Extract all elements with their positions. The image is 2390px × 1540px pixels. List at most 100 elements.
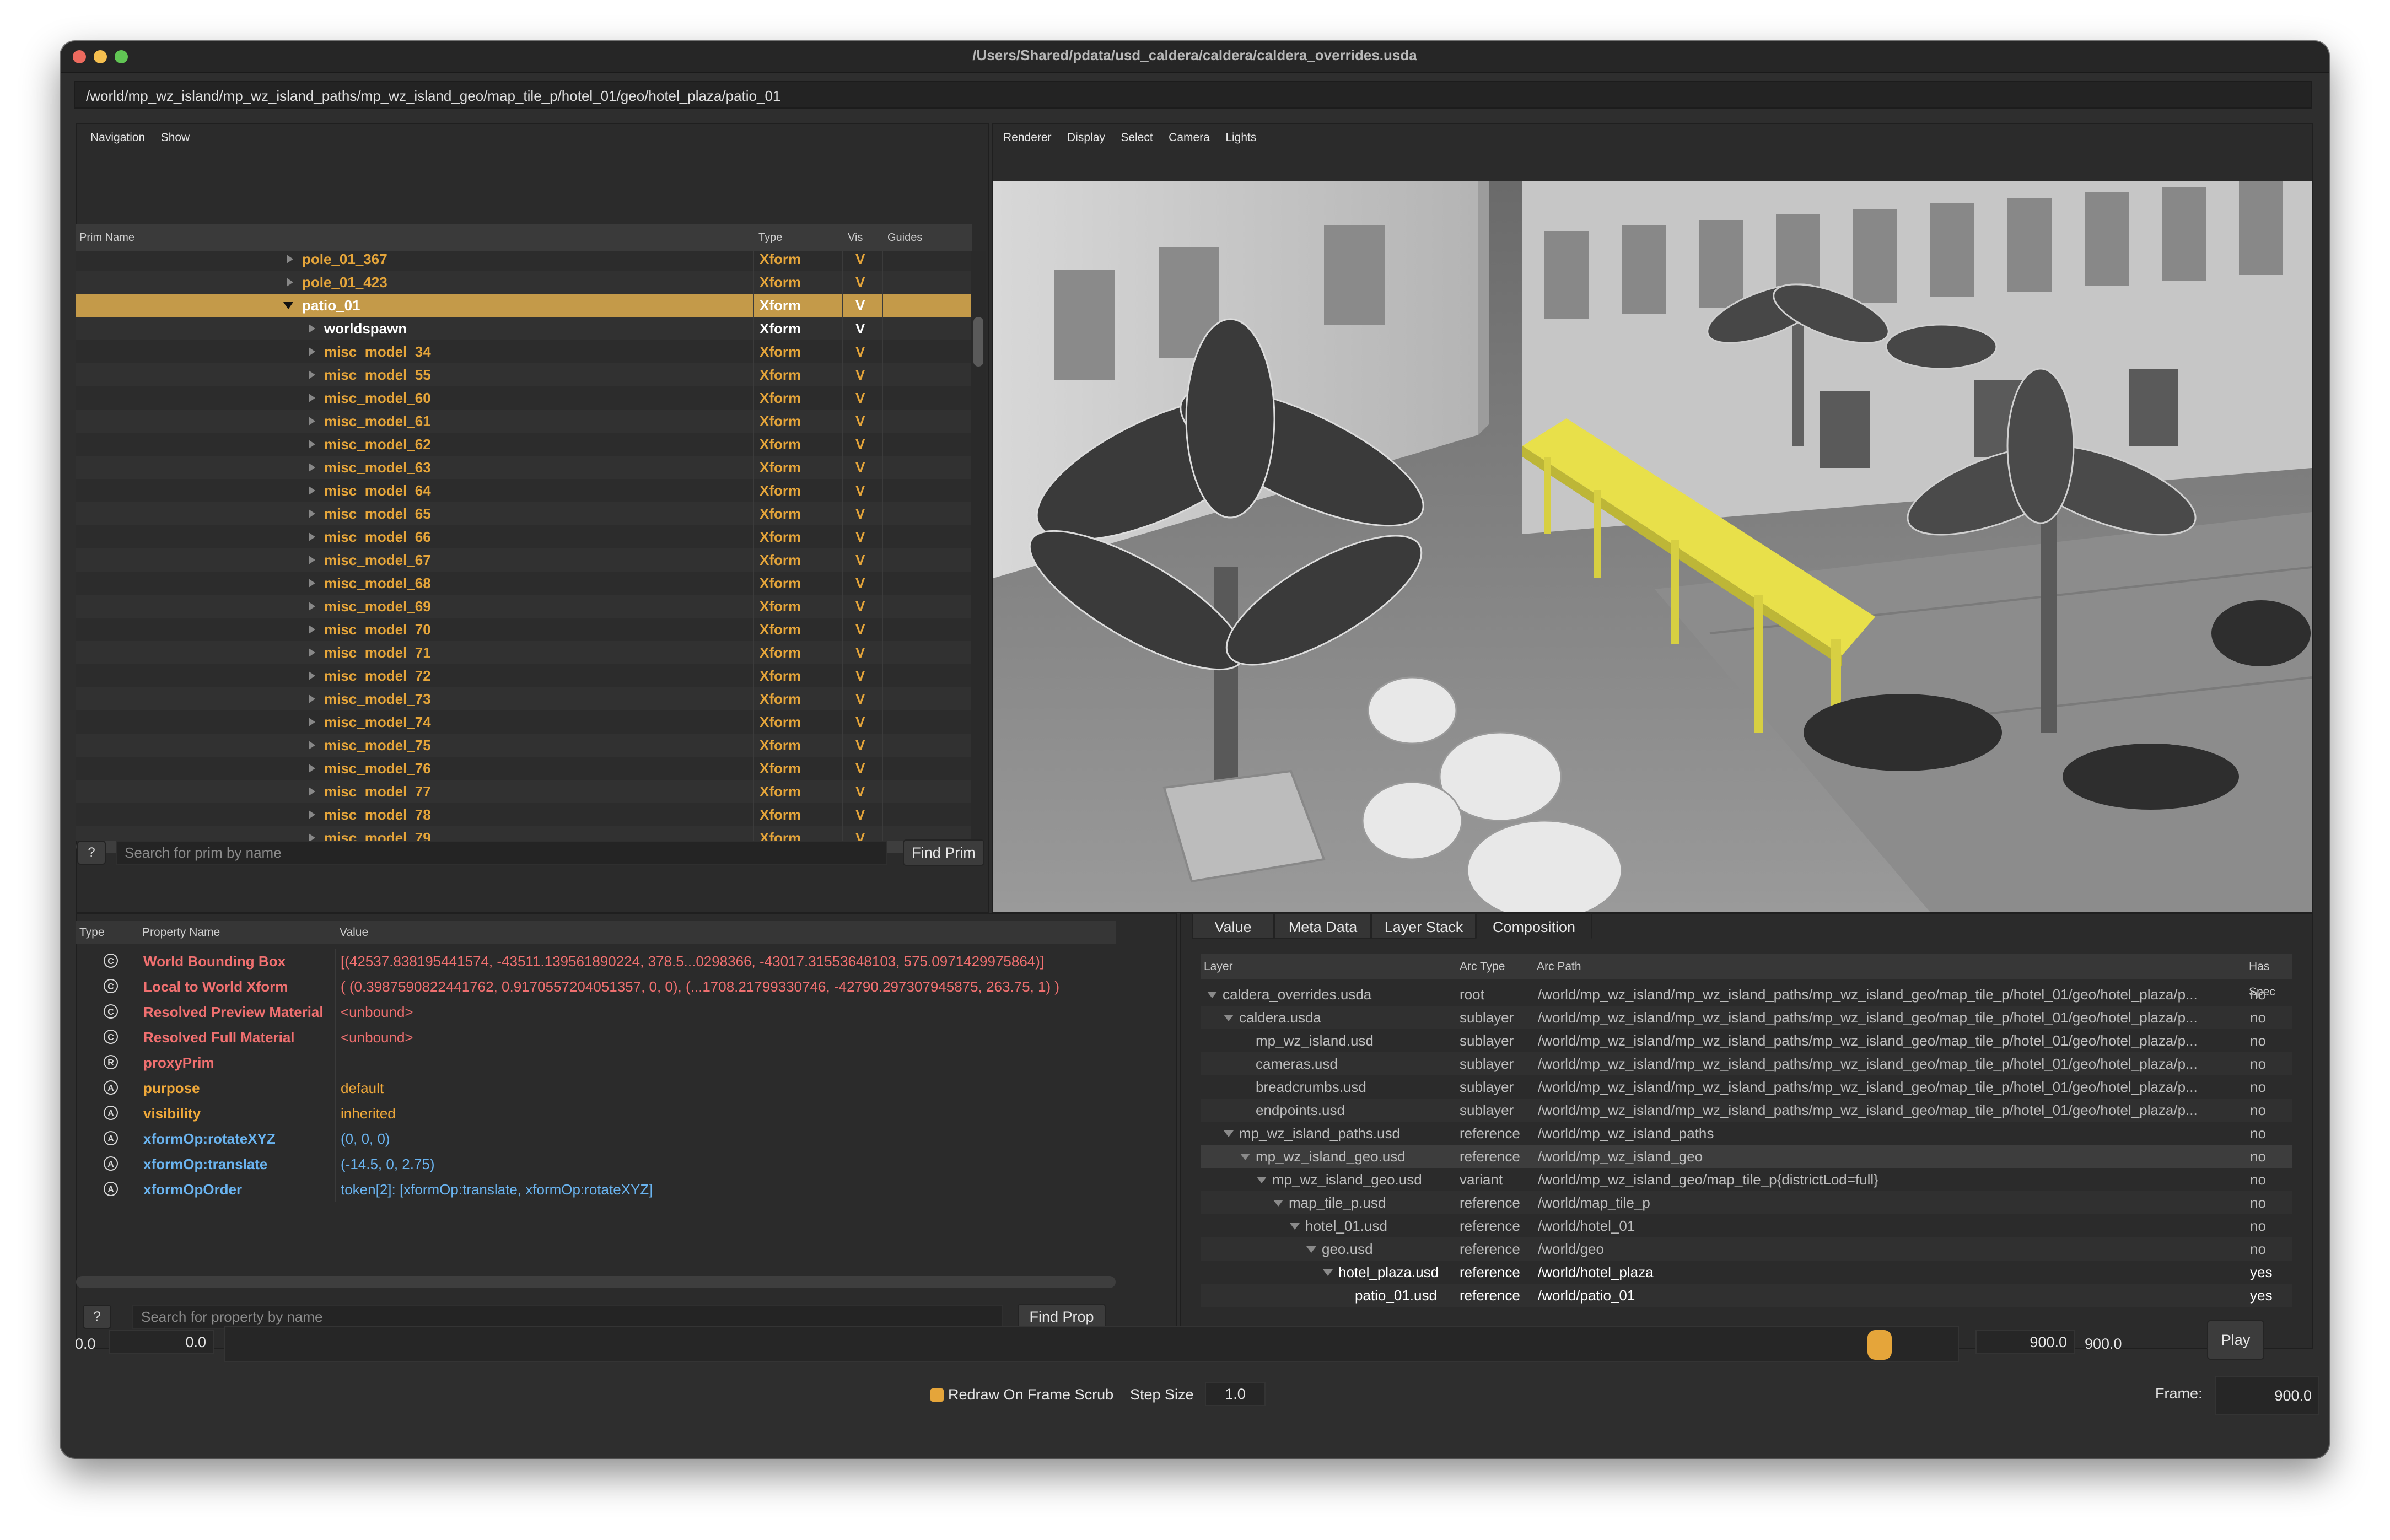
column-type[interactable]: Type [758,224,782,251]
timeline-slider-handle[interactable] [1867,1330,1892,1360]
prim-tree-row[interactable]: misc_model_64 Xform V [76,479,972,502]
prim-tree-row[interactable]: misc_model_34 Xform V [76,340,972,363]
prim-search-help-button[interactable]: ? [77,841,106,865]
prim-tree-row[interactable]: misc_model_67 Xform V [76,548,972,572]
column-prop-value[interactable]: Value [340,921,368,944]
visibility-toggle[interactable]: V [855,251,865,271]
expand-arrow-icon[interactable] [309,463,315,472]
menu-select[interactable]: Select [1114,124,1159,152]
visibility-toggle[interactable]: V [855,687,865,710]
composition-row[interactable]: cameras.usd sublayer/world/mp_wz_island/m… [1201,1052,2292,1075]
prim-tree-row[interactable]: misc_model_68 Xform V [76,572,972,595]
menu-camera[interactable]: Camera [1162,124,1216,152]
column-vis[interactable]: Vis [848,224,863,251]
prim-tree-row[interactable]: misc_model_70 Xform V [76,618,972,641]
collapse-arrow-icon[interactable] [1306,1246,1316,1253]
visibility-toggle[interactable]: V [855,386,865,410]
composition-row[interactable]: caldera.usda sublayer/world/mp_wz_island/… [1201,1006,2292,1029]
prim-tree-row[interactable]: misc_model_61 Xform V [76,410,972,433]
tab-value[interactable]: Value [1192,913,1274,939]
visibility-toggle[interactable]: V [855,317,865,340]
timeline-slider[interactable] [224,1326,1959,1362]
composition-row[interactable]: patio_01.usd reference/world/patio_01 yes [1201,1284,2292,1307]
collapse-arrow-icon[interactable] [283,302,293,309]
expand-arrow-icon[interactable] [309,509,315,518]
composition-row[interactable]: breadcrumbs.usd sublayer/world/mp_wz_isla… [1201,1075,2292,1099]
prim-tree-row[interactable]: misc_model_65 Xform V [76,502,972,525]
expand-arrow-icon[interactable] [309,532,315,541]
visibility-toggle[interactable]: V [855,757,865,780]
property-row[interactable]: C Resolved Full Material <unbound> [76,1025,1116,1050]
expand-arrow-icon[interactable] [309,764,315,773]
expand-arrow-icon[interactable] [287,255,293,263]
expand-arrow-icon[interactable] [309,810,315,819]
visibility-toggle[interactable]: V [855,572,865,595]
prim-tree-row[interactable]: misc_model_63 Xform V [76,456,972,479]
visibility-toggle[interactable]: V [855,294,865,317]
expand-arrow-icon[interactable] [309,417,315,426]
composition-row[interactable]: hotel_01.usd reference/world/hotel_01 no [1201,1214,2292,1237]
expand-arrow-icon[interactable] [309,718,315,726]
composition-row[interactable]: map_tile_p.usd reference/world/map_tile_p… [1201,1191,2292,1214]
visibility-toggle[interactable]: V [855,271,865,294]
prim-tree-row[interactable]: misc_model_62 Xform V [76,433,972,456]
prim-tree-row[interactable]: misc_model_55 Xform V [76,363,972,386]
expand-arrow-icon[interactable] [309,370,315,379]
prim-tree-row[interactable]: worldspawn Xform V [76,317,972,340]
collapse-arrow-icon[interactable] [1207,992,1217,998]
expand-arrow-icon[interactable] [309,347,315,356]
visibility-toggle[interactable]: V [855,734,865,757]
prim-tree-row[interactable]: pole_01_367 Xform V [76,251,972,271]
prim-path-field[interactable]: /world/mp_wz_island/mp_wz_island_paths/m… [74,81,2312,109]
visibility-toggle[interactable]: V [855,664,865,687]
prim-tree-row[interactable]: misc_model_76 Xform V [76,757,972,780]
find-prim-button[interactable]: Find Prim [903,839,984,866]
column-prop-type[interactable]: Type [79,921,105,944]
composition-row[interactable]: geo.usd reference/world/geo no [1201,1237,2292,1261]
property-h-scrollbar[interactable] [76,1276,1116,1288]
start-frame-field[interactable]: 0.0 [109,1330,214,1354]
prim-tree-row[interactable]: patio_01 Xform V [76,294,972,317]
redraw-checkbox[interactable] [930,1388,944,1402]
prim-tree-row[interactable]: misc_model_73 Xform V [76,687,972,710]
column-prim-name[interactable]: Prim Name [79,224,134,251]
visibility-toggle[interactable]: V [855,803,865,826]
play-button[interactable]: Play [2207,1320,2264,1360]
expand-arrow-icon[interactable] [309,625,315,634]
visibility-toggle[interactable]: V [855,410,865,433]
prim-tree-row[interactable]: misc_model_66 Xform V [76,525,972,548]
tab-composition[interactable]: Composition [1476,913,1592,939]
prim-tree-row[interactable]: misc_model_60 Xform V [76,386,972,410]
visibility-toggle[interactable]: V [855,363,865,386]
collapse-arrow-icon[interactable] [1290,1223,1300,1230]
menu-navigation[interactable]: Navigation [84,124,152,152]
composition-row[interactable]: mp_wz_island_geo.usd reference/world/mp_w… [1201,1145,2292,1168]
expand-arrow-icon[interactable] [309,648,315,657]
frame-field[interactable]: 900.0 [2215,1376,2319,1415]
prim-tree-row[interactable]: misc_model_79 Xform V [76,826,972,841]
visibility-toggle[interactable]: V [855,479,865,502]
collapse-arrow-icon[interactable] [1224,1015,1234,1021]
prim-search-input[interactable]: Search for prim by name [116,841,887,865]
prim-tree-row[interactable]: misc_model_71 Xform V [76,641,972,664]
menu-lights[interactable]: Lights [1219,124,1263,152]
tab-layer-stack[interactable]: Layer Stack [1371,913,1476,939]
prim-tree-row[interactable]: misc_model_78 Xform V [76,803,972,826]
property-row[interactable]: C Resolved Preview Material <unbound> [76,999,1116,1025]
scrollbar-thumb[interactable] [973,317,983,367]
visibility-toggle[interactable]: V [855,595,865,618]
property-row[interactable]: AxformOp:rotateXYZ (0, 0, 0) [76,1126,1116,1151]
composition-row[interactable]: mp_wz_island_geo.usd variant/world/mp_wz_… [1201,1168,2292,1191]
visibility-toggle[interactable]: V [855,826,865,841]
visibility-toggle[interactable]: V [855,525,865,548]
property-row[interactable]: AxformOpOrder token[2]: [xformOp:translat… [76,1177,1116,1202]
prim-tree-row[interactable]: misc_model_77 Xform V [76,780,972,803]
property-row[interactable]: Avisibility inherited [76,1101,1116,1126]
property-row[interactable]: AxformOp:translate (-14.5, 0, 2.75) [76,1151,1116,1177]
prop-search-help-button[interactable]: ? [83,1305,111,1329]
menu-display[interactable]: Display [1061,124,1112,152]
column-layer[interactable]: Layer [1204,954,1233,979]
expand-arrow-icon[interactable] [309,787,315,796]
prim-tree-scrollbar[interactable] [971,251,986,841]
property-row[interactable]: RproxyPrim [76,1050,1116,1075]
